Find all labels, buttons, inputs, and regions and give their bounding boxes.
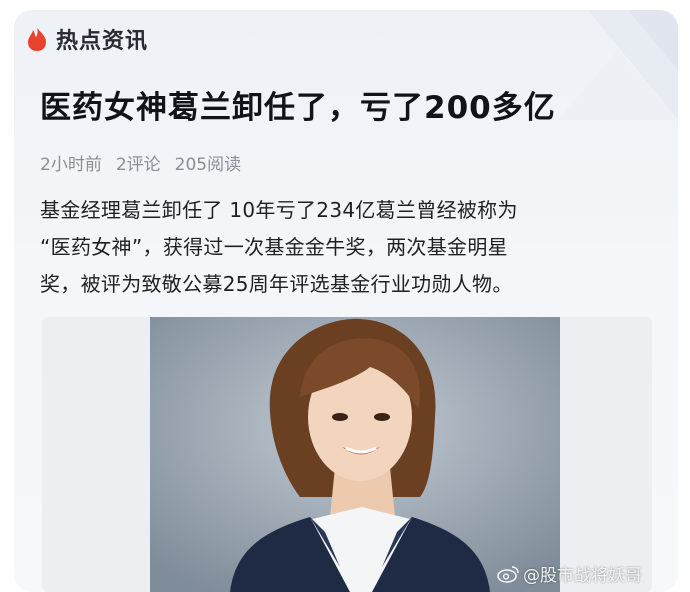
news-card[interactable]: 热点资讯 医药女神葛兰卸任了，亏了200多亿 2小时前 2评论 205阅读 基金… — [14, 10, 678, 592]
flame-icon — [28, 27, 46, 51]
body-line: “医药女神”，获得过一次基金金牛奖，两次基金明星 — [40, 235, 508, 259]
body-line: 奖，被评为致敬公募25周年评选基金行业功勋人物。 — [40, 272, 513, 296]
article-body: 基金经理葛兰卸任了 10年亏了234亿葛兰曾经被称为 “医药女神”，获得过一次基… — [40, 192, 660, 303]
portrait-photo — [150, 317, 560, 592]
watermark: @股市战将妖哥 — [497, 561, 642, 586]
weibo-icon — [497, 565, 519, 583]
section-title: 热点资讯 — [56, 29, 149, 54]
article-image[interactable]: @股市战将妖哥 — [42, 317, 652, 592]
publish-time: 2小时前 — [40, 155, 102, 175]
body-line: 基金经理葛兰卸任了 10年亏了234亿葛兰曾经被称为 — [40, 198, 518, 222]
comment-count[interactable]: 2评论 — [116, 150, 161, 175]
watermark-text: @股市战将妖哥 — [523, 566, 642, 586]
section-header: 热点资讯 — [26, 24, 148, 54]
article-headline[interactable]: 医药女神葛兰卸任了，亏了200多亿 — [40, 82, 556, 127]
article-meta: 2小时前 2评论 205阅读 — [40, 150, 241, 175]
read-count: 205阅读 — [174, 155, 242, 175]
